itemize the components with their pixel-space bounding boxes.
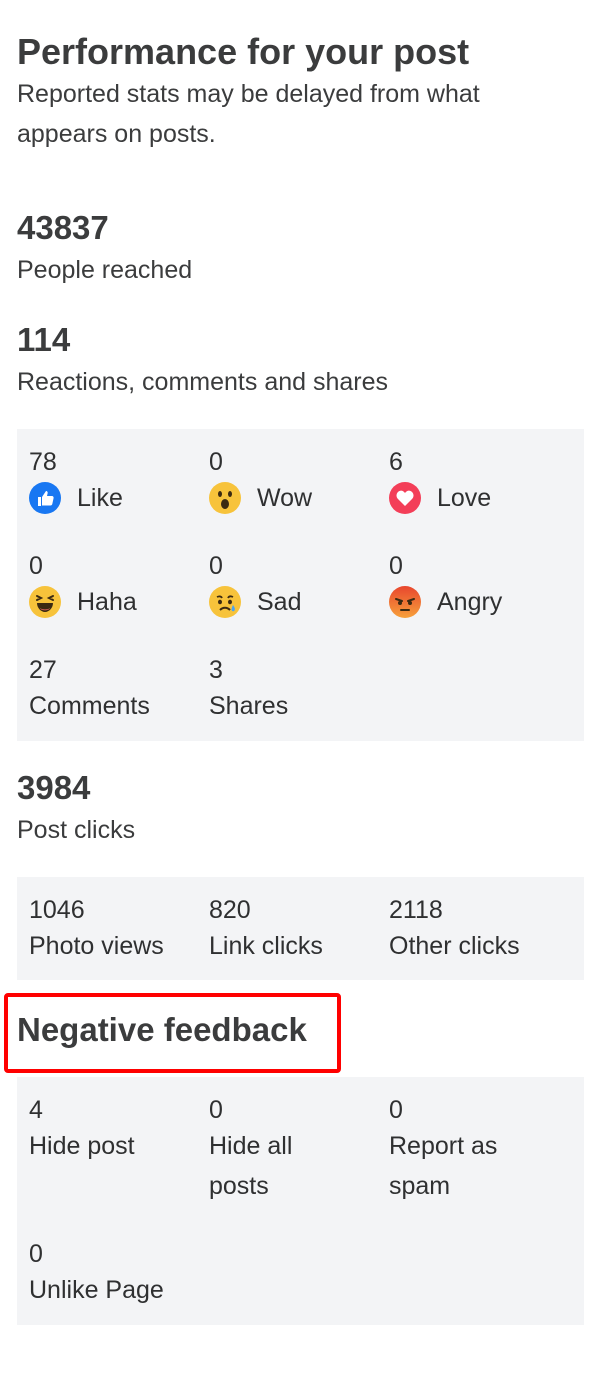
reaction-label: Angry [437,587,503,616]
hide-post-stat: 4 Hide post [29,1094,204,1166]
reactions-panel: 78 Like 0 Wow 6 Love 0 Haha 0 Sad 0 Angr… [17,429,584,741]
angry-icon [389,586,421,618]
sad-icon [209,586,241,618]
unlike-page-label: Unlike Page [29,1276,164,1304]
clicks-value: 3984 [17,769,91,806]
wow-icon [209,482,241,514]
reaction-count: 0 [389,552,403,580]
clicks-panel: 1046 Photo views 820 Link clicks 2118 Ot… [17,877,584,980]
reaction-label: Sad [257,587,302,616]
shares-stat: 3 Shares [209,654,384,726]
haha-icon [29,586,61,618]
hide-all-posts-label: Hide all posts [209,1132,293,1200]
insights-page: Performance for your post Reported stats… [4,30,584,1325]
reaction-label: Haha [77,587,137,616]
reaction-love: 6 Love [389,446,564,518]
shares-label: Shares [209,692,289,720]
reaction-count: 0 [209,552,223,580]
reaction-label: Like [77,483,123,512]
reaction-label: Love [437,483,492,512]
shares-count: 3 [209,656,223,684]
photo-views-stat: 1046 Photo views [29,894,204,966]
comments-stat: 27 Comments [29,654,204,726]
other-clicks-label: Other clicks [389,932,520,960]
unlike-page-count: 0 [29,1240,43,1268]
like-icon [29,482,61,514]
other-clicks-count: 2118 [389,896,443,924]
reaction-wow: 0 Wow [209,446,384,518]
photo-views-label: Photo views [29,932,164,960]
reaction-count: 78 [29,448,57,476]
page-title: Performance for your post [17,31,470,72]
reaction-label: Wow [257,483,313,512]
highlight-box [4,993,341,1073]
link-clicks-stat: 820 Link clicks [209,894,384,966]
report-spam-count: 0 [389,1096,403,1124]
page-subtitle: Reported stats may be delayed from what … [17,80,480,148]
report-spam-stat: 0 Report as spam [389,1094,539,1206]
photo-views-count: 1046 [29,896,85,924]
negative-feedback-panel: 4 Hide post 0 Hide all posts 0 Report as… [17,1077,584,1325]
reaction-angry: 0 Angry [389,550,564,622]
engagement-value: 114 [17,321,71,358]
reaction-count: 6 [389,448,403,476]
reach-value: 43837 [17,209,109,246]
link-clicks-count: 820 [209,896,251,924]
reaction-haha: 0 Haha [29,550,204,622]
other-clicks-stat: 2118 Other clicks [389,894,579,966]
link-clicks-label: Link clicks [209,932,323,960]
reach-stat: 43837 People reached [17,208,584,288]
reaction-count: 0 [29,552,43,580]
love-icon [389,482,421,514]
clicks-stat: 3984 Post clicks [17,768,584,848]
engagement-label: Reactions, comments and shares [17,368,389,396]
clicks-label: Post clicks [17,816,136,844]
hide-post-label: Hide post [29,1132,135,1160]
comments-label: Comments [29,692,150,720]
hide-all-posts-stat: 0 Hide all posts [209,1094,339,1206]
reaction-like: 78 Like [29,446,204,518]
comments-count: 27 [29,656,57,684]
hide-all-posts-count: 0 [209,1096,223,1124]
unlike-page-stat: 0 Unlike Page [29,1238,229,1310]
reaction-count: 0 [209,448,223,476]
reach-label: People reached [17,256,193,284]
hide-post-count: 4 [29,1096,43,1124]
report-spam-label: Report as spam [389,1132,498,1200]
reaction-sad: 0 Sad [209,550,384,622]
engagement-stat: 114 Reactions, comments and shares [17,320,584,400]
